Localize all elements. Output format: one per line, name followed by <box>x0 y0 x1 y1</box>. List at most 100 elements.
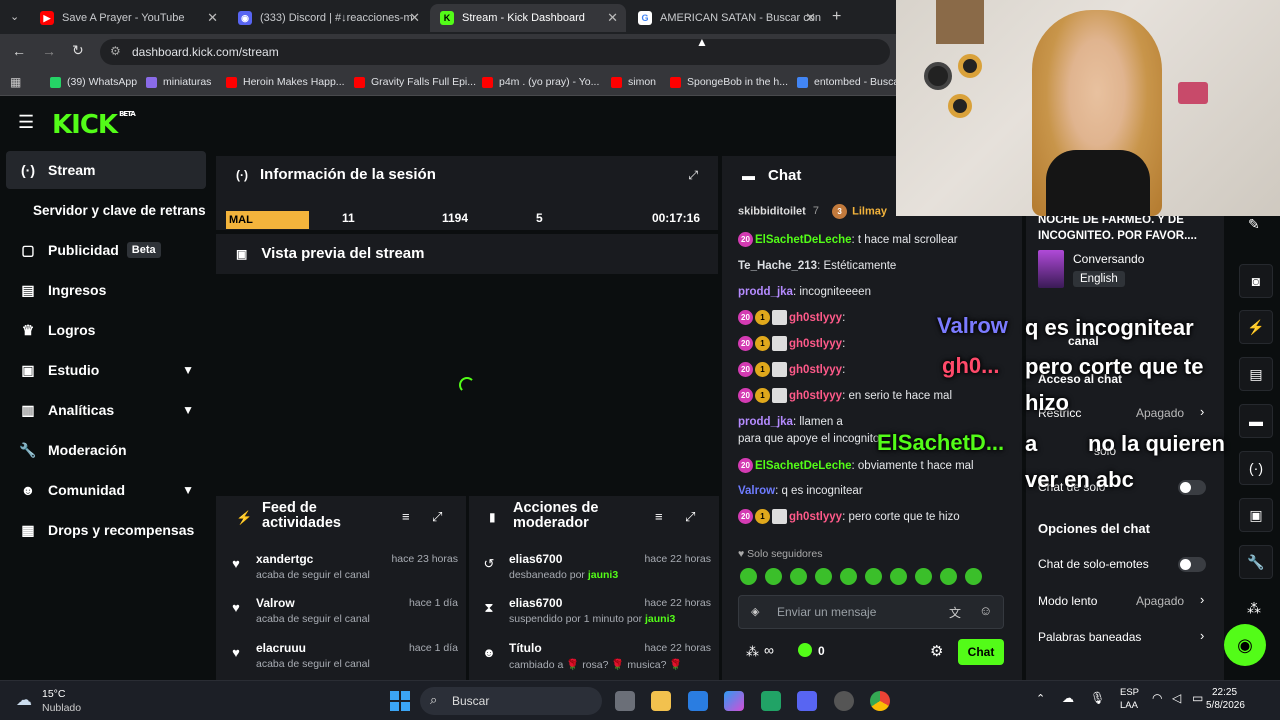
translate-icon[interactable]: 文 <box>949 604 961 621</box>
menu-icon[interactable]: ☰ <box>18 112 34 133</box>
sidebar-item-moderation[interactable]: 🔧 Moderación <box>6 431 206 469</box>
broadcast-icon[interactable]: (·) <box>1239 451 1273 485</box>
emote-icon[interactable] <box>840 568 857 585</box>
community-icon[interactable]: ⁂ <box>746 644 759 660</box>
emote-icon[interactable] <box>890 568 907 585</box>
close-icon[interactable]: ✕ <box>409 10 420 26</box>
feed-user[interactable]: Valrow <box>256 596 295 610</box>
forward-icon[interactable]: → <box>42 43 56 59</box>
wrench-icon[interactable]: 🔧 <box>1239 545 1273 579</box>
tab-google[interactable]: G AMERICAN SATAN - Buscar con ✕ <box>628 4 824 32</box>
sidebar-item-studio[interactable]: ▣ Estudio ▼ <box>6 351 206 389</box>
chat-username[interactable]: prodd_jka <box>738 286 793 298</box>
chat-bubble-icon[interactable]: ▬ <box>1239 404 1273 438</box>
chat-username[interactable]: gh0stlyyy <box>789 390 842 402</box>
chat-username[interactable]: Te_Hache_213 <box>738 260 817 272</box>
infinity-icon[interactable]: ∞ <box>764 642 774 658</box>
chat-username[interactable]: gh0stlyyy <box>789 338 842 350</box>
sidebar-item-ads[interactable]: ▢ Publicidad Beta <box>6 231 206 269</box>
emote-icon[interactable] <box>915 568 932 585</box>
chat-username[interactable]: gh0stlyyy <box>789 364 842 376</box>
sidebar-item-analytics[interactable]: ▥ Analíticas ▼ <box>6 391 206 429</box>
task-view-icon[interactable] <box>615 691 635 711</box>
chat-username[interactable]: gh0stlyyy <box>789 312 842 324</box>
site-info-icon[interactable]: ⚙ <box>110 44 121 58</box>
emote-icon[interactable] <box>940 568 957 585</box>
emote-icon[interactable] <box>865 568 882 585</box>
bookmark-item[interactable]: entombed - Busca <box>797 76 899 88</box>
sidebar-item-achievements[interactable]: ♛ Logros <box>6 311 206 349</box>
chevron-right-icon[interactable]: › <box>1200 628 1204 643</box>
close-icon[interactable]: ✕ <box>207 10 218 26</box>
chevron-up-icon[interactable]: ⌃ <box>1036 692 1045 705</box>
emote-icon[interactable] <box>815 568 832 585</box>
bookmark-item[interactable]: Heroin Makes Happ... <box>226 76 345 88</box>
camera-icon[interactable]: ◙ <box>1239 264 1273 298</box>
tab-discord[interactable]: ◉ (333) Discord | #↓reacciones-m ✕ <box>228 4 428 32</box>
file-explorer-icon[interactable] <box>651 691 671 711</box>
close-icon[interactable]: ✕ <box>805 10 816 26</box>
cloud-sync-icon[interactable]: ☁ <box>1062 691 1074 705</box>
category-name[interactable]: Conversando <box>1073 252 1144 266</box>
gear-icon[interactable]: ⚙ <box>930 642 943 660</box>
tab-kick[interactable]: K Stream - Kick Dashboard ✕ <box>430 4 626 32</box>
chat-input[interactable]: ◈ Enviar un mensaje 文 ☺ <box>738 595 1004 629</box>
feed-user[interactable]: elacruuu <box>256 641 306 655</box>
layout-icon[interactable]: ▣ <box>1239 498 1273 532</box>
tab-youtube[interactable]: ▶ Save A Prayer - YouTube ✕ <box>30 4 226 32</box>
word-icon[interactable] <box>688 691 708 711</box>
mod-actor[interactable]: jauni3 <box>588 569 618 581</box>
slow-mode-value[interactable]: Apagado <box>1136 594 1184 608</box>
sidebar-item-stream[interactable]: (·) Stream <box>6 151 206 189</box>
emoji-icon[interactable]: ☺ <box>979 603 992 618</box>
emote-icon[interactable] <box>965 568 982 585</box>
new-tab-icon[interactable]: + <box>832 8 841 26</box>
sidebar-item-server-key[interactable]: Servidor y clave de retransm <box>6 191 206 229</box>
clock-date[interactable]: 5/8/2026 <box>1206 700 1245 711</box>
pencil-icon[interactable]: ✎ <box>1248 216 1260 233</box>
top-user[interactable]: Lilmay <box>852 205 887 217</box>
obs-icon[interactable] <box>834 691 854 711</box>
chat-username[interactable]: ElSachetDeLeche <box>755 460 852 472</box>
apps-grid-icon[interactable]: ▦ <box>10 75 21 89</box>
send-chat-button[interactable]: Chat <box>958 639 1004 665</box>
bookmark-item[interactable]: p4m . (yo pray) - Yo... <box>482 76 599 88</box>
sidebar-item-revenue[interactable]: ▤ Ingresos <box>6 271 206 309</box>
microphone-icon[interactable]: 🎙 <box>1090 691 1105 705</box>
volume-icon[interactable]: ◁ <box>1172 691 1181 705</box>
help-bubble-icon[interactable]: ◉ <box>1224 624 1266 666</box>
weather-temp[interactable]: 15°C <box>42 688 65 700</box>
expand-icon[interactable]: ⤢ <box>432 509 442 525</box>
discord-icon[interactable] <box>797 691 817 711</box>
url-field[interactable]: ⚙ dashboard.kick.com/stream <box>100 39 890 65</box>
followers-only-toggle[interactable] <box>1178 480 1206 495</box>
filter-icon[interactable]: ≡ <box>655 509 663 524</box>
clock-time[interactable]: 22:25 <box>1212 687 1237 698</box>
reload-icon[interactable]: ↻ <box>72 42 84 59</box>
mod-target[interactable]: elias6700 <box>509 596 562 610</box>
taskbar-search[interactable]: ⌕ Buscar <box>420 687 602 715</box>
lightning-icon[interactable]: ⚡ <box>1239 310 1273 344</box>
chevron-right-icon[interactable]: › <box>1200 404 1204 419</box>
top-user[interactable]: skibbiditoilet <box>738 205 806 217</box>
chat-username[interactable]: prodd_jka <box>738 416 793 428</box>
close-icon[interactable]: ✕ <box>607 10 618 26</box>
bookmark-item[interactable]: (39) WhatsApp <box>50 76 137 88</box>
expand-icon[interactable]: ⤢ <box>685 509 695 525</box>
filter-icon[interactable]: ≡ <box>402 509 410 524</box>
sidebar-item-community[interactable]: ☻ Comunidad ▼ <box>6 471 206 509</box>
back-icon[interactable]: ← <box>12 43 26 59</box>
bookmark-item[interactable]: Gravity Falls Full Epi... <box>354 76 476 88</box>
emote-icon[interactable] <box>740 568 757 585</box>
windows-start-icon[interactable] <box>390 691 410 711</box>
emote-icon[interactable] <box>765 568 782 585</box>
restriction-value[interactable]: Apagado <box>1136 406 1184 420</box>
mod-target[interactable]: elias6700 <box>509 552 562 566</box>
community-icon[interactable]: ⁂ <box>1247 600 1261 617</box>
chat-username[interactable]: ElSachetDeLeche <box>755 234 852 246</box>
wifi-icon[interactable]: ◠ <box>1152 691 1162 705</box>
chat-username[interactable]: Valrow <box>738 485 775 497</box>
battery-icon[interactable]: ▭ <box>1192 691 1203 705</box>
bookmark-item[interactable]: SpongeBob in the h... <box>670 76 788 88</box>
emote-icon[interactable] <box>790 568 807 585</box>
